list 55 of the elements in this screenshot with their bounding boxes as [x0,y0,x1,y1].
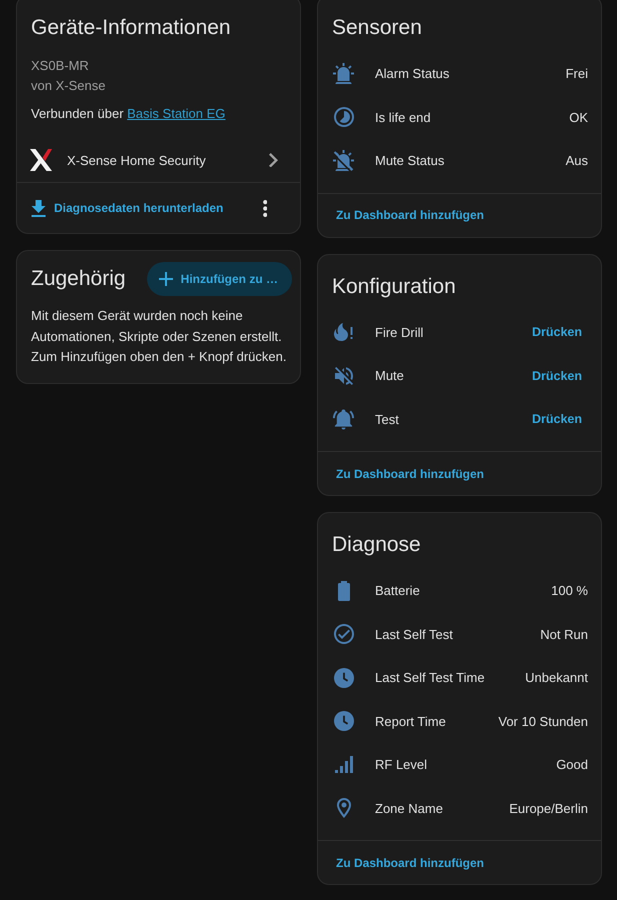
entity-name: Alarm Status [375,66,450,82]
bell-ring-icon [333,408,354,430]
siren-icon [333,63,354,84]
entity-name: Fire Drill [375,324,424,340]
battery-icon [338,580,350,601]
entity-value: Not Run [540,626,588,642]
entity-name: Zone Name [375,800,444,816]
card-title: Zugehörig [31,266,126,292]
clock-icon [334,711,354,732]
download-icon [31,200,46,216]
siren-off-icon [333,150,354,172]
entity-name: Mute [375,368,405,384]
entity-name: RF Level [375,757,428,772]
entity-name: Mute Status [375,153,446,168]
entity-name: Report Time [375,714,447,729]
entity-value: Europe/Berlin [509,800,588,816]
entity-name: Batterie [375,583,421,598]
add-to-dashboard-button[interactable]: Zu Dashboard hinzufügen [328,844,492,880]
chevron-right-icon [269,152,278,168]
integration-item[interactable]: X-Sense Home Security [17,138,300,182]
flame-alert-icon [334,323,353,342]
connection-text: Verbunden über Basis Station EG [31,105,226,123]
card-title: Geräte-Informationen [30,15,232,41]
entity-value: Aus [566,153,588,168]
entity-value: Frei [566,66,588,82]
x-logo-icon [30,149,52,171]
speaker-off-icon [334,366,352,385]
add-to-button[interactable]: Hinzufügen zu … [146,262,292,296]
entity-name: Last Self Test [375,626,454,642]
press-button[interactable]: Drücken [526,316,588,348]
entity-value: Vor 10 Stunden [498,714,588,729]
signal-bars-icon [334,756,352,774]
entity-value: Unbekannt [525,670,588,686]
card-title: Konfiguration [331,274,457,300]
entity-value: Good [556,757,588,772]
empty-message: Mit diesem Gerät wurden noch keine Automationen, Skripte oder Szenen erstellt. Zum Hinzufügen oben den + Knopf drücken. [30,307,288,366]
hub-link[interactable]: Basis Station EG [127,106,226,121]
entity-name: Last Self Test Time [375,670,486,686]
entity-value: OK [569,110,588,125]
card-title: Diagnose [331,532,422,558]
more-options-icon [262,200,268,216]
map-pin-icon [336,798,350,818]
entity-name: Test [375,412,400,427]
manufacturer-text: von X-Sense [31,77,106,95]
plus-icon [158,272,173,286]
add-to-dashboard-button[interactable]: Zu Dashboard hinzufügen [328,197,492,233]
download-button[interactable]: Diagnosedaten herunterladen [23,190,232,226]
entity-name: Is life end [375,110,432,125]
clock-icon [334,668,354,688]
model-text: XS0B-MR [31,57,90,75]
card-title: Sensoren [331,15,423,41]
add-to-dashboard-button[interactable]: Zu Dashboard hinzufügen [328,456,492,492]
press-button[interactable]: Drücken [526,360,588,392]
entity-value: 100 % [551,583,588,598]
press-button[interactable]: Drücken [526,403,588,436]
